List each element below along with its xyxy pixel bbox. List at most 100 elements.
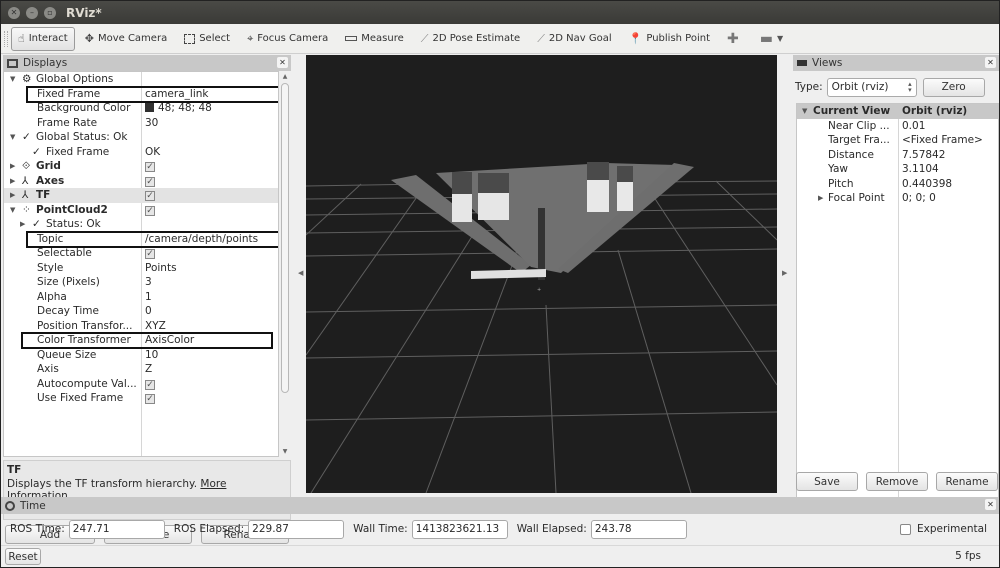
display-tree-row[interactable]: Queue Size 10: [4, 348, 278, 363]
maximize-window-button[interactable]: ▫: [44, 6, 56, 19]
zero-button[interactable]: Zero: [922, 77, 985, 97]
minimize-window-button[interactable]: –: [26, 6, 38, 19]
checkbox[interactable]: ✓: [145, 379, 155, 390]
property-value[interactable]: 0; 0; 0: [902, 191, 936, 206]
property-value[interactable]: XYZ: [145, 319, 166, 334]
display-tree-row[interactable]: ▶ ✓ Status: Ok: [4, 217, 278, 232]
toolbar-grip[interactable]: [4, 30, 8, 47]
close-panel-icon[interactable]: ✕: [985, 499, 996, 510]
view-property-row[interactable]: ▶ Focal Point 0; 0; 0: [797, 191, 998, 206]
display-tree-row[interactable]: Style Points: [4, 261, 278, 276]
property-value[interactable]: 3.1104: [902, 162, 939, 177]
close-panel-icon[interactable]: ✕: [985, 57, 996, 68]
remove-view-button[interactable]: Remove: [866, 472, 928, 491]
property-checkbox[interactable]: ✓: [145, 246, 155, 261]
checkbox[interactable]: ✓: [145, 162, 155, 172]
ros-elapsed-field[interactable]: 229.87: [248, 519, 345, 539]
property-value[interactable]: <Fixed Frame>: [902, 133, 983, 148]
close-window-button[interactable]: ✕: [8, 6, 20, 19]
collapse-right-icon[interactable]: ▶: [782, 269, 787, 277]
tool-focus-camera[interactable]: ⌖ Focus Camera: [240, 27, 335, 51]
property-value[interactable]: camera_link: [145, 87, 208, 102]
tool-move-camera[interactable]: ✥ Move Camera: [78, 27, 174, 51]
property-checkbox[interactable]: ✓: [145, 203, 155, 218]
property-checkbox[interactable]: ✓: [145, 188, 155, 203]
display-tree-row[interactable]: Topic/camera/depth/points: [4, 232, 278, 247]
tool-publish-point[interactable]: 📍 Publish Point: [622, 27, 717, 51]
scrollbar-thumb[interactable]: [281, 83, 289, 393]
property-value[interactable]: 3: [145, 275, 152, 290]
property-value[interactable]: Points: [145, 261, 177, 276]
display-tree-row[interactable]: Background Color 48; 48; 48: [4, 101, 278, 116]
tool-select[interactable]: Select: [177, 27, 237, 51]
display-tree-row[interactable]: Color Transformer AxisColor: [4, 333, 278, 348]
property-value[interactable]: 1: [145, 290, 152, 305]
tool-2d-pose-estimate[interactable]: ⟋ 2D Pose Estimate: [414, 27, 527, 51]
display-tree-row[interactable]: Use Fixed Frame ✓: [4, 391, 278, 406]
wall-time-field[interactable]: 1413823621.13: [411, 519, 508, 539]
property-value[interactable]: /camera/depth/points: [145, 232, 258, 247]
display-tree-row[interactable]: Axis Z: [4, 362, 278, 377]
wall-elapsed-field[interactable]: 243.78: [590, 519, 687, 539]
checkbox[interactable]: ✓: [145, 394, 155, 404]
expand-arrow-icon[interactable]: ▼: [802, 104, 807, 119]
display-tree-row[interactable]: Position Transfor... XYZ: [4, 319, 278, 334]
property-value[interactable]: 0.440398: [902, 177, 952, 192]
color-swatch[interactable]: [145, 103, 154, 112]
view-property-row[interactable]: Pitch 0.440398: [797, 177, 998, 192]
close-panel-icon[interactable]: ✕: [277, 57, 288, 68]
property-value[interactable]: 10: [145, 348, 158, 363]
scroll-down-icon[interactable]: ▼: [281, 448, 289, 455]
property-value[interactable]: 0: [145, 304, 152, 319]
current-view-row[interactable]: ▼ Current View Orbit (rviz): [797, 104, 998, 119]
collapse-arrow-icon[interactable]: ▶: [10, 174, 15, 189]
property-value[interactable]: 0.01: [902, 119, 925, 134]
checkbox[interactable]: ✓: [145, 191, 155, 201]
tool-2d-nav-goal[interactable]: ⟋ 2D Nav Goal: [530, 27, 618, 51]
view-property-row[interactable]: Distance 7.57842: [797, 148, 998, 163]
property-value[interactable]: 30: [145, 116, 158, 131]
collapse-arrow-icon[interactable]: ▶: [10, 159, 15, 174]
property-value[interactable]: OK: [145, 145, 160, 160]
display-tree-row[interactable]: ▶ ⟐ Grid ✓: [4, 159, 278, 174]
rename-view-button[interactable]: Rename: [936, 472, 998, 491]
checkbox[interactable]: ✓: [145, 249, 155, 259]
add-tool-button[interactable]: ✚: [720, 27, 750, 51]
collapse-left-icon[interactable]: ◀: [298, 269, 303, 277]
property-value[interactable]: 48; 48; 48: [145, 101, 212, 116]
expand-arrow-icon[interactable]: ▼: [10, 130, 15, 145]
display-tree-row[interactable]: Frame Rate 30: [4, 116, 278, 131]
property-value[interactable]: Z: [145, 362, 152, 377]
reset-button[interactable]: Reset: [5, 548, 41, 565]
collapse-arrow-icon[interactable]: ▶: [10, 188, 15, 203]
property-checkbox[interactable]: ✓: [145, 159, 155, 174]
view-property-row[interactable]: Target Fra... <Fixed Frame>: [797, 133, 998, 148]
view-property-row[interactable]: Near Clip ... 0.01: [797, 119, 998, 134]
displays-scrollbar[interactable]: ▲ ▼: [279, 71, 291, 457]
checkbox[interactable]: ✓: [145, 205, 155, 216]
remove-tool-button[interactable]: ▬ ▼: [753, 27, 790, 51]
display-tree-row[interactable]: ▼ ⚙ Global Options: [4, 72, 278, 87]
property-value[interactable]: AxisColor: [145, 333, 194, 348]
display-tree-row[interactable]: Size (Pixels) 3: [4, 275, 278, 290]
property-value[interactable]: 7.57842: [902, 148, 945, 163]
expand-arrow-icon[interactable]: ▼: [10, 203, 15, 218]
display-tree-row[interactable]: ▼ ⁘ PointCloud2 ✓: [4, 203, 278, 218]
view-property-row[interactable]: Yaw 3.1104: [797, 162, 998, 177]
display-tree-row[interactable]: ✓ Fixed Frame OK: [4, 145, 278, 160]
view-type-select[interactable]: Orbit (rviz) ▴ ▾: [826, 77, 917, 97]
display-tree-row[interactable]: ▶ ⅄ Axes ✓: [4, 174, 278, 189]
3d-viewport[interactable]: +: [306, 55, 777, 493]
display-tree-row[interactable]: Autocompute Val... ✓: [4, 377, 278, 392]
property-checkbox[interactable]: ✓: [145, 174, 155, 189]
collapse-arrow-icon[interactable]: ▶: [818, 191, 823, 206]
display-tree-row[interactable]: Fixed Frame camera_link: [4, 87, 278, 102]
display-tree-row[interactable]: Decay Time 0: [4, 304, 278, 319]
save-view-button[interactable]: Save: [796, 472, 858, 491]
collapse-arrow-icon[interactable]: ▶: [20, 217, 25, 232]
property-checkbox[interactable]: ✓: [145, 377, 155, 392]
display-tree-row[interactable]: ▼ ✓ Global Status: Ok: [4, 130, 278, 145]
experimental-checkbox[interactable]: [899, 523, 911, 535]
property-checkbox[interactable]: ✓: [145, 391, 155, 406]
tool-measure[interactable]: Measure: [338, 27, 411, 51]
